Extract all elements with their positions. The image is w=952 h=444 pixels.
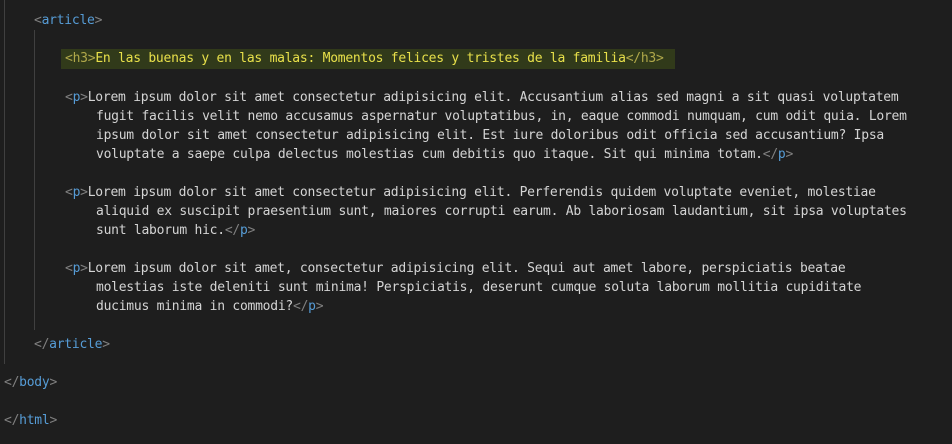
code-editor[interactable]: <article> <h3>En las buenas y en las mala… [0,0,952,444]
code-token: < [65,185,73,200]
code-token: < [65,261,73,276]
code-token: article [49,337,103,352]
code-token: p [308,299,316,314]
code-token: p [239,223,248,238]
code-token: <h3> [65,51,96,66]
code-line[interactable]: </article> [34,335,110,354]
code-line[interactable]: <h3>En las buenas y en las malas: Moment… [65,49,664,68]
code-token: < [65,90,73,105]
code-token: < [34,13,42,28]
code-line[interactable]: fugit facilis velit nemo accusamus asper… [96,107,907,126]
code-line[interactable]: aliquid ex suscipit praesentium sunt, ma… [96,202,907,221]
code-text: molestias iste deleniti sunt minima! Per… [96,280,862,295]
code-token: </ [293,299,309,314]
code-text: En las buenas y en las malas: Momentos f… [95,51,626,66]
code-token: html [19,413,50,428]
code-token: > [80,90,88,105]
code-token: > [247,223,256,238]
code-line[interactable]: voluptate a saepe culpa delectus molesti… [96,145,793,164]
code-text: fugit facilis velit nemo accusamus asper… [96,109,907,124]
code-token: </ [34,337,50,352]
code-text: sunt laborum hic. [96,223,225,238]
indent-guide [4,0,5,364]
code-text: aliquid ex suscipit praesentium sunt, ma… [96,204,907,219]
code-token: </h3> [625,51,664,66]
code-text: Lorem ipsum dolor sit amet consectetur a… [87,90,899,105]
code-token: > [94,13,103,28]
code-token: </ [4,413,20,428]
code-token: </ [762,147,778,162]
code-token: > [785,147,794,162]
code-line[interactable]: ipsum dolor sit amet consectetur adipisi… [96,126,884,145]
code-text: ipsum dolor sit amet consectetur adipisi… [96,128,884,143]
code-line[interactable]: <p>Lorem ipsum dolor sit amet, consectet… [65,259,846,278]
code-line[interactable]: <p>Lorem ipsum dolor sit amet consectetu… [65,183,876,202]
code-token: > [80,261,88,276]
code-line[interactable]: ducimus minima in commodi?</p> [96,297,324,316]
code-text: ducimus minima in commodi? [96,299,293,314]
code-text: Lorem ipsum dolor sit amet, consectetur … [87,261,846,276]
code-token: > [49,413,58,428]
code-token: article [41,13,95,28]
code-token: > [80,185,88,200]
code-token: > [49,375,58,390]
code-line[interactable]: sunt laborum hic.</p> [96,221,255,240]
code-token: </ [4,375,20,390]
code-text: Lorem ipsum dolor sit amet consectetur a… [87,185,876,200]
indent-guide [34,30,35,330]
code-line[interactable]: <article> [34,11,102,30]
code-text: voluptate a saepe culpa delectus molesti… [96,147,763,162]
code-line[interactable]: </body> [4,373,57,392]
code-line[interactable]: </html> [4,411,57,430]
code-token: > [102,337,110,352]
code-token: > [315,299,324,314]
code-token: body [19,375,50,390]
code-line[interactable]: molestias iste deleniti sunt minima! Per… [96,278,862,297]
code-token: </ [224,223,240,238]
code-line[interactable]: <p>Lorem ipsum dolor sit amet consectetu… [65,88,899,107]
